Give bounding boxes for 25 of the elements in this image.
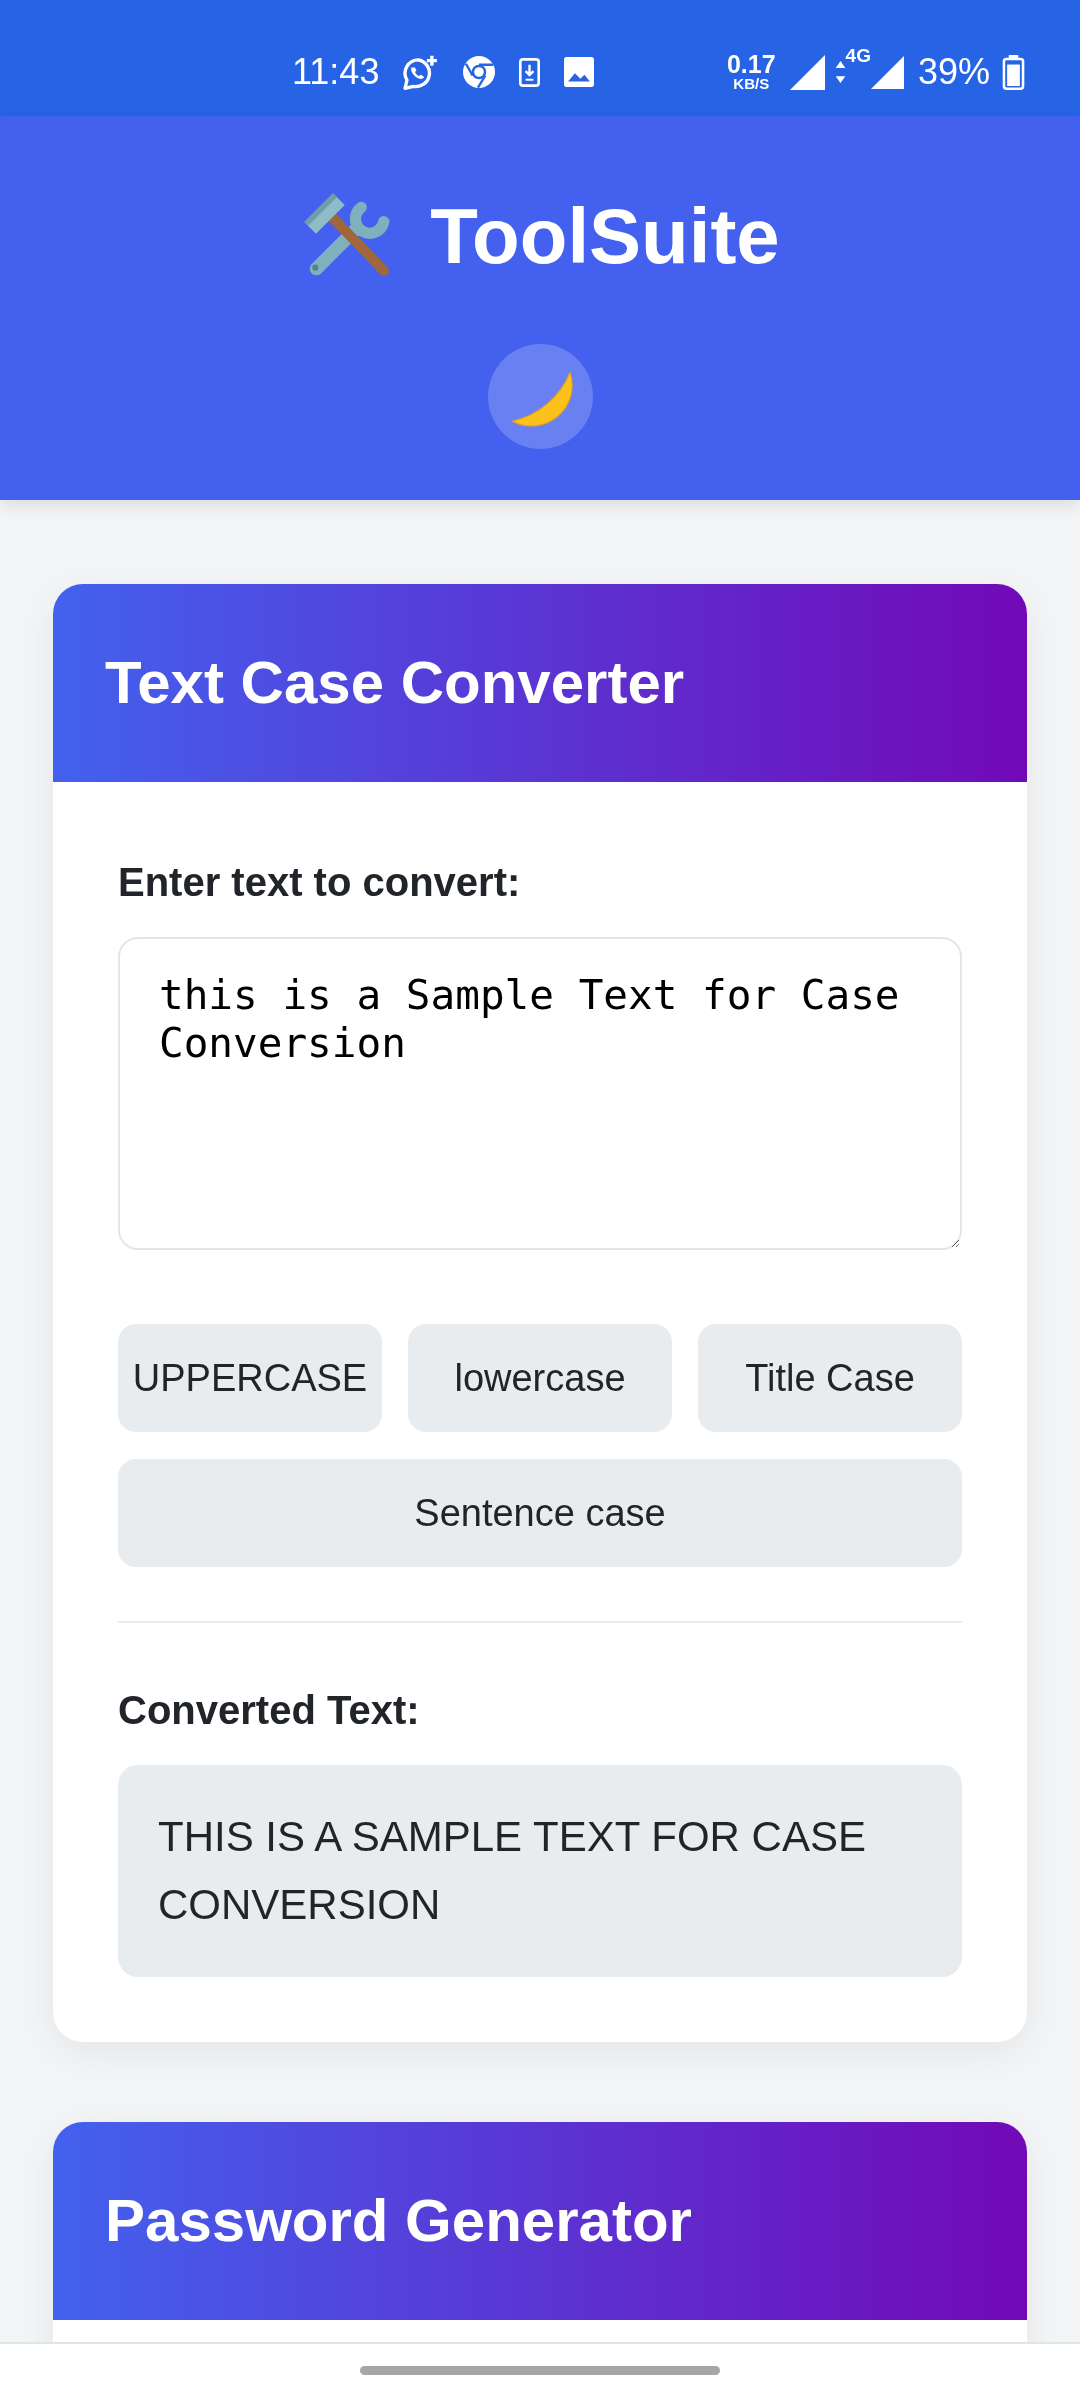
status-time: 11:43 [292, 52, 380, 92]
case-button[interactable]: lowercase [408, 1324, 672, 1432]
phone-bubble-icon [403, 54, 440, 90]
case-button[interactable]: Sentence case [118, 1459, 962, 1567]
data-arrows-icon [834, 61, 846, 83]
field-label: Converted Text: [118, 1687, 421, 1734]
net-speed-unit: KB/S [733, 76, 770, 92]
battery-icon [1002, 54, 1025, 90]
text-input[interactable]: this is a Sample Text for Case Conversion [118, 937, 962, 1250]
signal-icon [789, 54, 825, 90]
net-speed-value: 0.17 [726, 52, 776, 76]
moon-icon [511, 369, 573, 428]
case-button[interactable]: UPPERCASE [118, 1324, 382, 1432]
network-type-label: 4G [845, 46, 871, 66]
field-label: Enter text to convert: [118, 859, 522, 906]
case-button[interactable]: Title Case [698, 1324, 962, 1432]
app-title: ToolSuite [430, 191, 780, 282]
card-title: Password Generator [105, 2186, 692, 2256]
signal-icon [870, 54, 904, 90]
phone-download-icon [519, 57, 541, 87]
result-panel: THIS IS A SAMPLE TEXT FOR CASE CONVERSION [118, 1765, 962, 1977]
round-logo-icon [463, 56, 496, 88]
battery-percent: 39% [917, 52, 990, 92]
card-title: Text Case Converter [105, 648, 685, 718]
image-icon [564, 57, 595, 87]
